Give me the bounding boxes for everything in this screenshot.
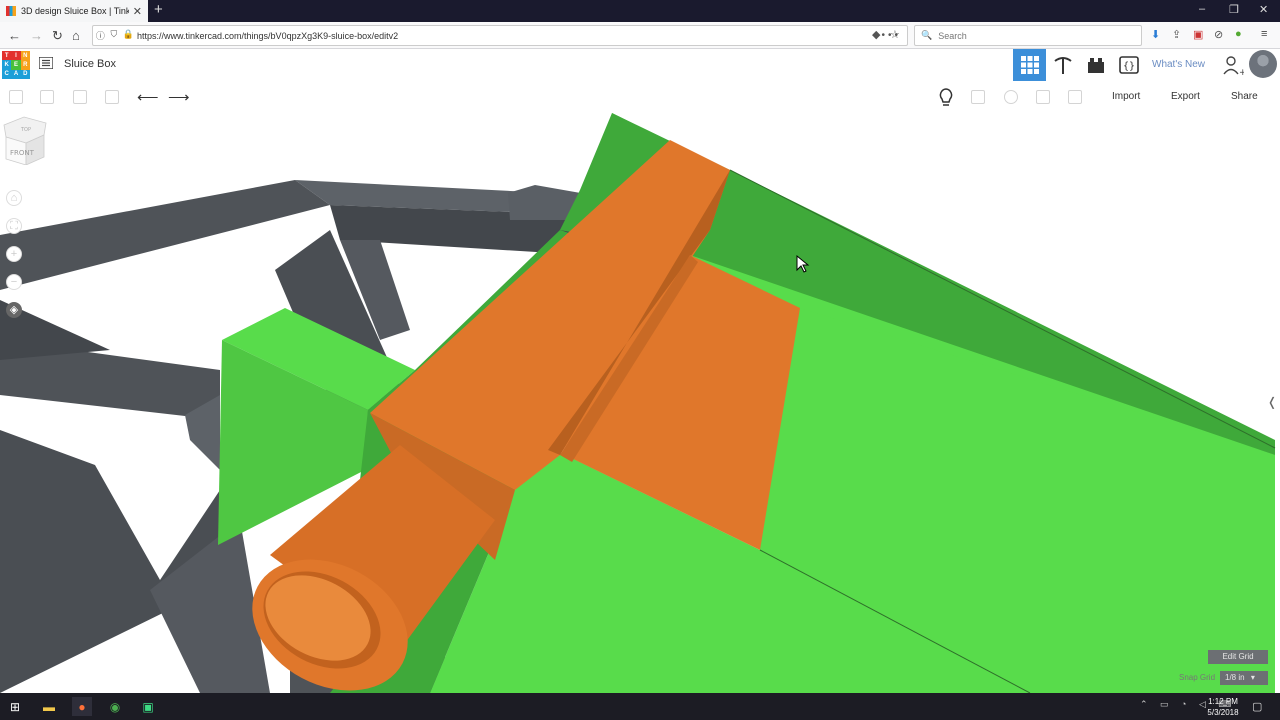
library-icon[interactable]: ⇪ [1172, 28, 1181, 41]
maximize-icon[interactable]: ❐ [1229, 3, 1239, 16]
pocket-icon[interactable]: ◆ [872, 28, 880, 41]
browser-tab-strip: 3D design Sluice Box | Tinkerca ✕ + – ❐ … [0, 0, 1280, 22]
logo-letter: T [2, 51, 12, 61]
pickaxe-icon[interactable] [1052, 55, 1074, 75]
group-icon[interactable] [971, 90, 985, 104]
perspective-icon[interactable]: ◈ [6, 302, 22, 318]
tinkercad-favicon-icon [6, 6, 16, 16]
codeblocks-icon[interactable]: {} [1118, 55, 1140, 75]
menu-icon[interactable]: ≡ [1261, 28, 1267, 40]
lock-icon[interactable]: 🔒 [123, 29, 134, 42]
bookmark-star-icon[interactable]: ☆ [890, 28, 900, 41]
app-header: T I N K E R C A D Sluice Box {} What's N… [0, 49, 1280, 81]
avatar[interactable] [1249, 50, 1277, 78]
new-tab-button[interactable]: + [154, 2, 163, 18]
browser-nav-bar: ← → ↻ ⌂ ⓘ ⛉ 🔒 https://www.tinkercad.com/… [0, 22, 1280, 49]
undo-icon[interactable]: ⟵ [137, 88, 159, 106]
workplane-viewport[interactable]: TOP FRONT ⌂ ⛶ + − ◈ ❬ Edit Grid Snap Gri… [0, 113, 1280, 693]
download-icon[interactable]: ⬇ [1151, 28, 1160, 41]
notifications-icon[interactable]: ▢ [1252, 700, 1262, 713]
snap-grid-value: 1/8 in [1225, 673, 1245, 682]
file-explorer-icon[interactable]: ▬ [39, 697, 59, 716]
logo-letter: R [20, 60, 30, 70]
design-list-icon[interactable] [39, 57, 53, 69]
home-icon[interactable]: ⌂ [72, 28, 80, 43]
clock-date: 5/3/2018 [1207, 708, 1239, 717]
view-cube[interactable]: TOP FRONT [0, 113, 48, 165]
snap-grid-select[interactable]: 1/8 in ▾ [1220, 671, 1268, 685]
paste-icon[interactable] [40, 90, 54, 104]
close-tab-icon[interactable]: ✕ [133, 5, 142, 18]
search-placeholder: Search [938, 30, 967, 41]
logo-letter: N [20, 51, 30, 61]
back-icon[interactable]: ← [8, 28, 21, 43]
logo-letter: C [2, 69, 12, 79]
delete-icon[interactable] [105, 90, 119, 104]
svg-text:{}: {} [1123, 61, 1135, 72]
search-icon: 🔍 [921, 30, 933, 40]
edit-toolbar: ⟵ ⟶ Import Export Share [0, 81, 1280, 113]
ungroup-icon[interactable] [1004, 90, 1018, 104]
extension-icon[interactable]: ▣ [1193, 28, 1203, 41]
share-button[interactable]: Share [1231, 91, 1258, 102]
os-taskbar: ⊞ ▬ ● ◉ ▣ ⌃ ▭ ◔ ◁ ⌨ 1:12 PM 5/3/2018 ▢ [0, 693, 1280, 720]
logo-letter: K [2, 60, 12, 70]
addon-icon[interactable]: ● [1235, 28, 1242, 40]
redo-icon[interactable]: ⟶ [168, 88, 190, 106]
svg-text:+: + [1239, 68, 1244, 77]
zoom-in-icon[interactable]: + [6, 246, 22, 262]
copy-icon[interactable] [9, 90, 23, 104]
app-icon[interactable]: ▣ [138, 697, 158, 716]
whats-new-link[interactable]: What's New [1152, 59, 1205, 70]
3d-scene[interactable] [0, 113, 1280, 693]
windows-start-icon[interactable]: ⊞ [5, 697, 25, 716]
mirror-icon[interactable] [1068, 90, 1082, 104]
grid-icon [1020, 56, 1039, 74]
import-button[interactable]: Import [1112, 91, 1140, 102]
logo-letter: E [11, 60, 21, 70]
chrome-icon[interactable]: ◉ [105, 697, 125, 716]
browser-tab[interactable]: 3D design Sluice Box | Tinkerca ✕ [0, 0, 148, 22]
firefox-icon[interactable]: ● [72, 697, 92, 716]
close-window-icon[interactable]: ✕ [1259, 3, 1268, 16]
forward-icon[interactable]: → [30, 28, 43, 43]
block-icon[interactable]: ⊘ [1214, 28, 1223, 41]
snap-grid-label: Snap Grid [1179, 673, 1216, 682]
collapse-panel-icon[interactable]: ❬ [1267, 395, 1277, 409]
zoom-out-icon[interactable]: − [6, 274, 22, 290]
3d-design-view-button[interactable] [1013, 49, 1046, 81]
tracking-shield-icon[interactable]: ⛉ [111, 29, 118, 42]
clock[interactable]: 1:12 PM 5/3/2018 [1200, 696, 1246, 718]
bricks-icon[interactable] [1085, 55, 1107, 75]
logo-letter: A [11, 69, 21, 79]
search-input[interactable]: 🔍 Search [914, 25, 1142, 46]
logo-letter: D [20, 69, 30, 79]
align-icon[interactable] [1036, 90, 1050, 104]
info-icon[interactable]: ⓘ [96, 29, 105, 42]
tab-title: 3D design Sluice Box | Tinkerca [21, 6, 129, 16]
clock-time: 1:12 PM [1208, 697, 1238, 706]
export-button[interactable]: Export [1171, 91, 1200, 102]
light-bulb-icon[interactable] [937, 88, 955, 108]
reload-icon[interactable]: ↻ [52, 28, 63, 44]
add-user-icon[interactable]: + [1222, 55, 1244, 77]
url-bar[interactable]: ⓘ ⛉ 🔒 https://www.tinkercad.com/things/b… [92, 25, 908, 46]
chevron-down-icon: ▾ [1250, 673, 1255, 682]
viewcube-top-label[interactable]: TOP [20, 127, 31, 133]
home-view-icon[interactable]: ⌂ [6, 190, 22, 206]
duplicate-icon[interactable] [73, 90, 87, 104]
logo-letter: I [11, 51, 21, 61]
viewcube-front-label[interactable]: FRONT [10, 149, 35, 157]
tinkercad-logo[interactable]: T I N K E R C A D [2, 51, 30, 79]
edit-grid-button[interactable]: Edit Grid [1208, 650, 1268, 664]
url-text[interactable]: https://www.tinkercad.com/things/bV0qpzX… [137, 31, 847, 41]
project-title[interactable]: Sluice Box [64, 58, 116, 70]
fit-view-icon[interactable]: ⛶ [6, 218, 22, 234]
minimize-icon[interactable]: – [1199, 3, 1205, 15]
